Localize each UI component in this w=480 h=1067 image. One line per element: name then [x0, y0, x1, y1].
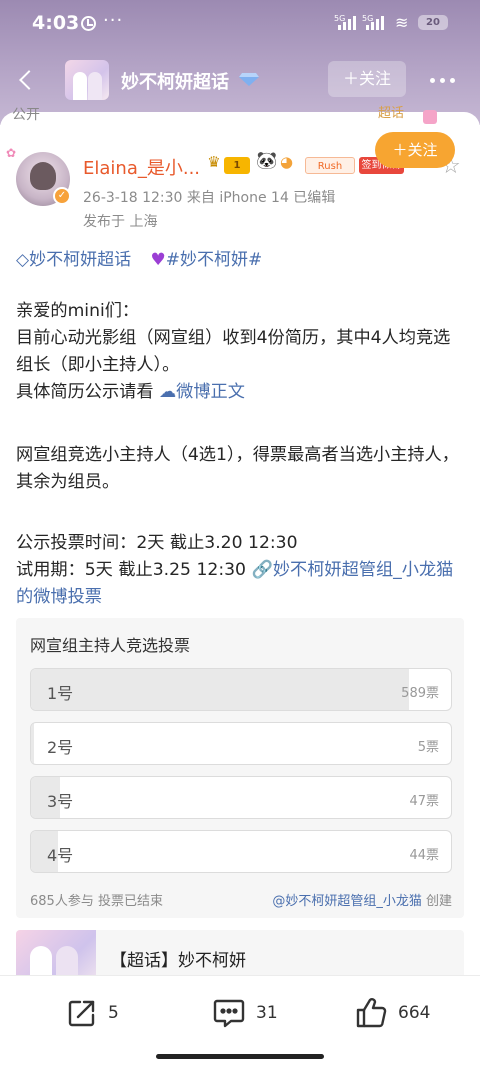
vote-time-line: 公示投票时间：2天 截止3.20 12:30	[16, 533, 298, 553]
post-text-1: 亲爱的mini们： 目前心动光影组（网宣组）收到4份简历，其中4人均竞选组长（即…	[16, 298, 466, 406]
signal-icon-1	[338, 16, 356, 30]
poll-option[interactable]: 2号 5票	[30, 722, 452, 765]
poll-creator: @妙不柯妍超管组_小龙猫 创建	[272, 894, 452, 909]
resume-line: 目前心动光影组（网宣组）收到4份简历，其中4人均竞选组长（即小主持人）。	[16, 328, 451, 375]
comment-count: 31	[256, 1003, 278, 1023]
topic-follow-button[interactable]: ＋关注	[375, 132, 455, 168]
crown-icon: ♛	[207, 153, 221, 171]
poll-option-bar	[31, 669, 409, 710]
like-button[interactable]: 664	[354, 996, 430, 1030]
comment-button[interactable]: 31	[212, 996, 278, 1030]
level-badge: 1	[224, 157, 250, 174]
poll-option-label: 1号	[47, 684, 74, 703]
weibo-link[interactable]: ☁微博正文	[159, 382, 245, 402]
author-name[interactable]: Elaina_是小...	[83, 154, 200, 180]
link-icon: ☁	[158, 382, 177, 402]
gem-tag-icon: ◇	[16, 250, 30, 270]
poll-card: 网宣组主持人竞选投票 1号 589票 2号 5票 3号 47票 4号 44票 685人参与 投…	[16, 618, 464, 918]
home-indicator[interactable]	[156, 1054, 324, 1059]
verified-icon: ✓	[53, 187, 71, 205]
clock-icon	[81, 16, 96, 31]
post-location: 发布于 上海	[83, 214, 158, 230]
comment-icon	[213, 999, 245, 1028]
fish-icon: ◕	[280, 153, 294, 171]
post-card: 公开 超话 ✿ ✓ Elaina_是小... ♛ 1 🐼 ◕ Rush 签到似锦…	[0, 106, 480, 1067]
poll-option[interactable]: 4号 44票	[30, 830, 452, 873]
poll-option-count: 589票	[401, 686, 439, 701]
poll-title: 网宣组主持人竞选投票	[30, 636, 191, 655]
like-count: 664	[398, 1003, 431, 1023]
share-icon	[68, 1000, 95, 1027]
header-background: 4:03 ··· 5G 5G ≋ 20 妙不柯妍超话 ＋关注	[0, 0, 480, 125]
topic-avatar[interactable]	[65, 60, 109, 100]
follow-button[interactable]: ＋关注	[328, 61, 406, 97]
chain-link-icon: 🔗	[251, 560, 273, 580]
status-dots: ···	[103, 10, 124, 31]
post-meta: 26-3-18 12:30 来自 iPhone 14 已编辑	[83, 190, 336, 206]
topic-card-title: 【超话】妙不柯妍	[110, 951, 246, 971]
wifi-icon: ≋	[395, 13, 409, 32]
greeting-line: 亲爱的mini们：	[16, 301, 140, 321]
avatar-decoration-icon: ✿	[6, 146, 17, 160]
detail-line: 具体简历公示请看 ☁微博正文	[16, 382, 245, 402]
back-icon[interactable]	[16, 66, 40, 94]
poll-option-count: 5票	[417, 740, 439, 755]
topic-tag[interactable]: ◇妙不柯妍超话	[16, 250, 131, 270]
signal-icon-2	[366, 16, 384, 30]
battery-icon: 20	[418, 15, 448, 30]
page-title[interactable]: 妙不柯妍超话	[121, 68, 229, 94]
status-time: 4:03	[32, 12, 80, 34]
share-button[interactable]: 5	[66, 996, 119, 1030]
poll-summary: 685人参与 投票已结束	[30, 894, 163, 909]
poll-option-label: 4号	[47, 846, 74, 865]
topic-badge: 超话	[378, 106, 405, 121]
poll-option-label: 3号	[47, 792, 74, 811]
action-bar: 5 31 664	[0, 975, 480, 1067]
poll-option-count: 47票	[409, 794, 439, 809]
thumbs-up-icon	[356, 998, 387, 1028]
post-text-2: 网宣组竞选小主持人（4选1），得票最高者当选小主持人，其余为组员。	[16, 445, 459, 492]
poll-option-bar	[31, 723, 35, 764]
tag-row: ◇妙不柯妍超话 ♥#妙不柯妍#	[16, 245, 262, 270]
poll-option-label: 2号	[47, 738, 74, 757]
poll-option-count: 44票	[409, 848, 439, 863]
poll-option[interactable]: 3号 47票	[30, 776, 452, 819]
share-count: 5	[108, 1003, 119, 1023]
poll-option[interactable]: 1号 589票	[30, 668, 452, 711]
visibility-label: 公开	[12, 107, 40, 123]
trial-line: 试用期：5天 截止3.25 12:30 🔗妙不柯妍超管组_小龙猫的微博投票	[16, 560, 454, 607]
status-bar: 4:03 ··· 5G 5G ≋ 20	[0, 10, 480, 38]
post-text-3: 公示投票时间：2天 截止3.20 12:30 试用期：5天 截止3.25 12:…	[16, 530, 466, 611]
diamond-icon	[239, 73, 259, 86]
rush-badge: Rush	[305, 157, 355, 174]
heart-icon: ♥	[150, 250, 166, 270]
top-nav: 妙不柯妍超话 ＋关注	[0, 58, 480, 102]
more-icon[interactable]	[430, 70, 462, 90]
creator-link[interactable]: @妙不柯妍超管组_小龙猫	[272, 894, 422, 909]
hashtag[interactable]: ♥#妙不柯妍#	[150, 250, 262, 270]
panda-icon: 🐼	[256, 151, 278, 171]
badge-decoration	[423, 110, 437, 124]
